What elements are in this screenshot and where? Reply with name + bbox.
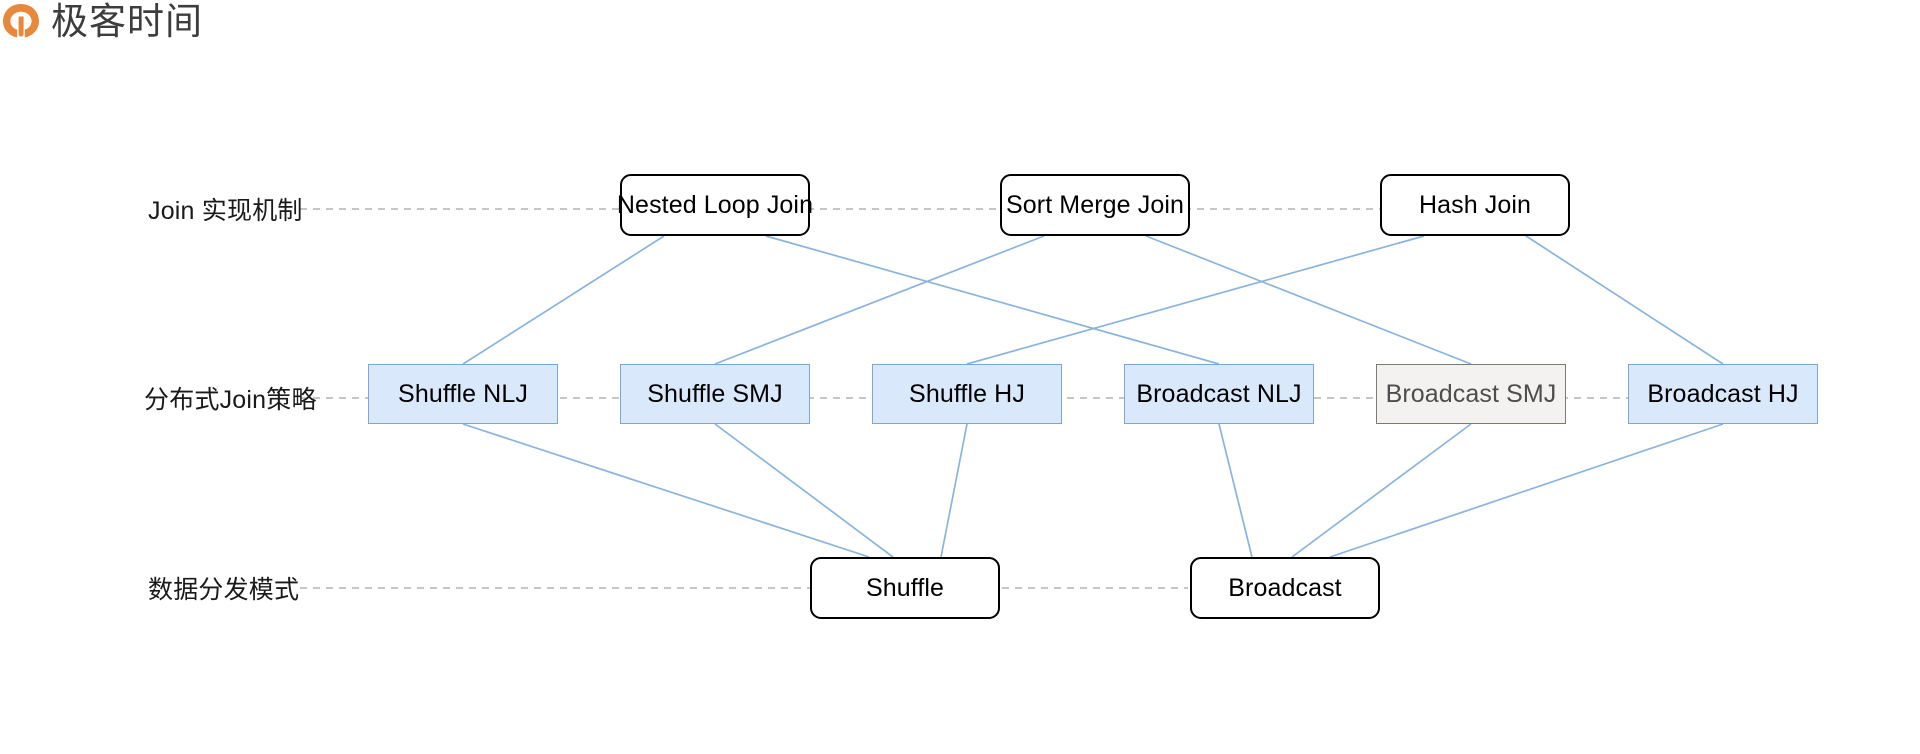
connector-shuffle-nlj-to-shuffle [462, 423, 870, 558]
node-shuffle-nlj[interactable]: Shuffle NLJ [368, 364, 558, 424]
watermark: 极客时间 [0, 0, 203, 42]
connector-broadcast-smj-to-broadcast [1291, 423, 1472, 558]
node-shuffle[interactable]: Shuffle [810, 557, 1000, 619]
row-label-join-mechanism: Join 实现机制 [148, 197, 303, 225]
diagram-canvas: Join 实现机制分布式Join策略数据分发模式 Nested Loop Joi… [0, 0, 1920, 754]
node-nlj[interactable]: Nested Loop Join [617, 174, 813, 236]
node-broadcast-smj[interactable]: Broadcast SMJ [1376, 364, 1566, 424]
connector-hj-to-broadcast-hj [1525, 235, 1724, 365]
connector-hj-to-shuffle-hj [966, 235, 1425, 365]
geektime-logo-icon [3, 4, 39, 38]
node-broadcast-nlj[interactable]: Broadcast NLJ [1124, 364, 1314, 424]
node-broadcast[interactable]: Broadcast [1190, 557, 1380, 619]
node-shuffle-hj[interactable]: Shuffle HJ [872, 364, 1062, 424]
node-shuffle-smj[interactable]: Shuffle SMJ [620, 364, 810, 424]
connector-shuffle-hj-to-shuffle [940, 423, 968, 558]
connector-smj-to-shuffle-smj [714, 235, 1045, 365]
connector-broadcast-nlj-to-broadcast [1218, 423, 1253, 558]
connector-nlj-to-broadcast-nlj [765, 235, 1220, 365]
node-smj[interactable]: Sort Merge Join [1000, 174, 1190, 236]
row-label-distributed-join-strategy: 分布式Join策略 [144, 386, 317, 414]
connector-shuffle-smj-to-shuffle [714, 423, 894, 558]
connector-broadcast-hj-to-broadcast [1329, 423, 1724, 558]
node-hj[interactable]: Hash Join [1380, 174, 1570, 236]
connector-smj-to-broadcast-smj [1145, 235, 1472, 365]
connector-nlj-to-shuffle-nlj [462, 235, 665, 365]
watermark-text: 极客时间 [51, 0, 203, 42]
row-label-data-distribution-mode: 数据分发模式 [148, 576, 300, 604]
node-broadcast-hj[interactable]: Broadcast HJ [1628, 364, 1818, 424]
